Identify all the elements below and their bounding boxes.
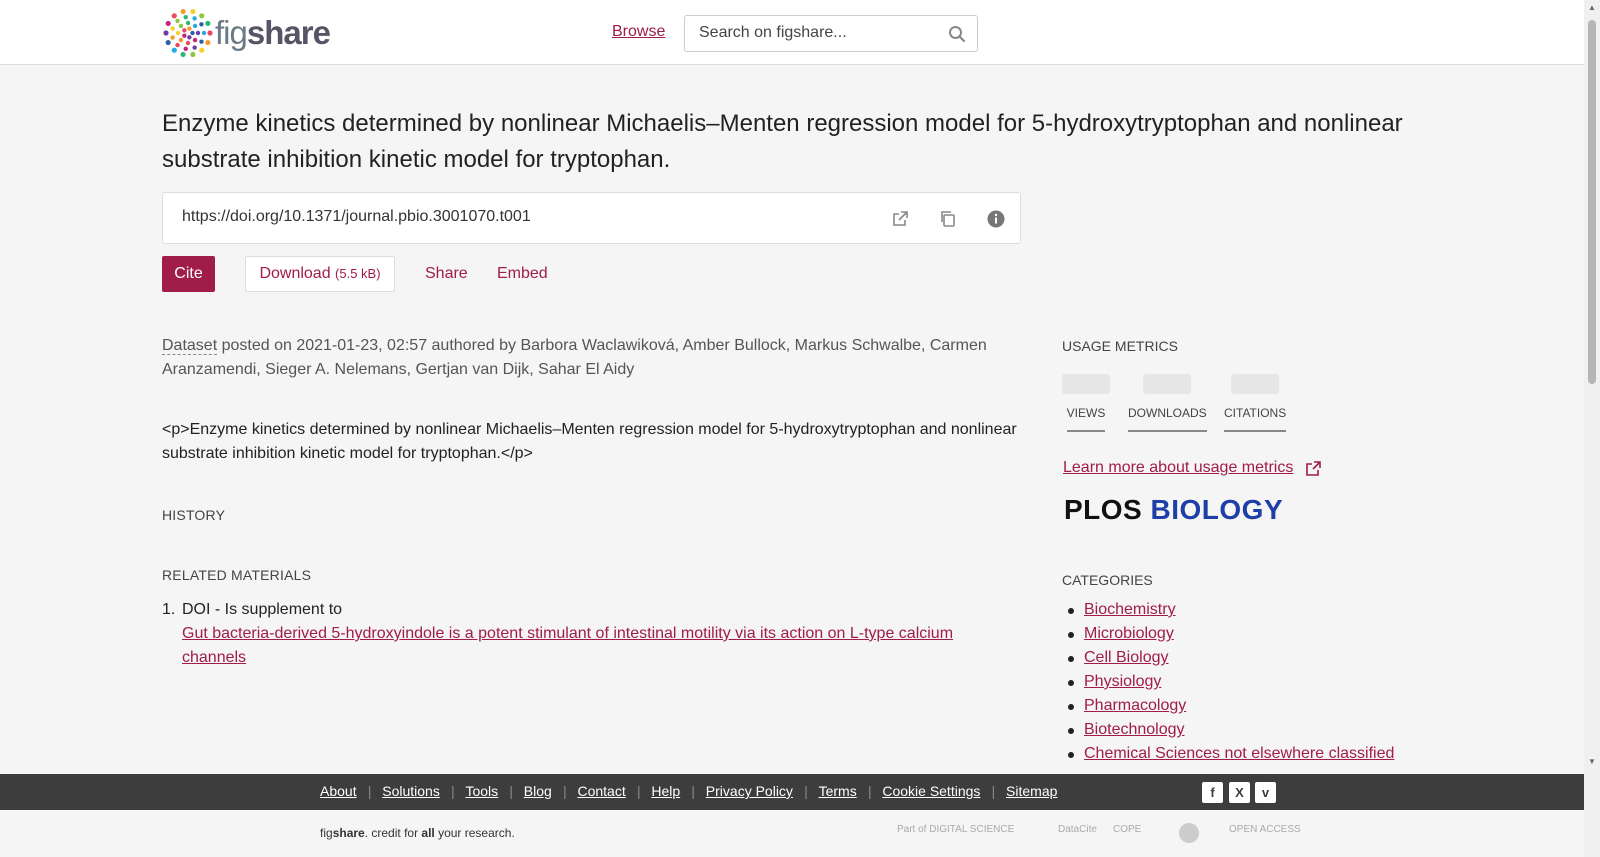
footer-credit: figshare. credit for all your research.: [320, 826, 515, 840]
search-box: [684, 15, 978, 52]
category-item: Physiology: [1062, 670, 1394, 694]
item-type[interactable]: Dataset: [162, 337, 218, 355]
related-item-number: 1.: [162, 601, 176, 618]
figshare-logo[interactable]: figshare: [162, 7, 331, 59]
category-item: Biochemistry: [1062, 598, 1394, 622]
vimeo-icon[interactable]: v: [1255, 782, 1276, 803]
site-header: figshare Browse: [0, 0, 1584, 65]
page-title: Enzyme kinetics determined by nonlinear …: [162, 110, 1403, 173]
footer-link-sitemap[interactable]: Sitemap: [1006, 783, 1057, 799]
category-link[interactable]: Chemical Sciences not elsewhere classifi…: [1084, 745, 1394, 762]
x-twitter-icon[interactable]: X: [1229, 782, 1250, 803]
cope-logo[interactable]: COPE: [1113, 824, 1141, 835]
footer-link-tools[interactable]: Tools: [465, 783, 498, 799]
scroll-down-arrow-icon[interactable]: ▼: [1588, 757, 1596, 766]
history-heading: HISTORY: [162, 507, 226, 523]
category-link[interactable]: Microbiology: [1084, 625, 1174, 642]
category-item: Microbiology: [1062, 622, 1394, 646]
search-icon[interactable]: [947, 24, 967, 44]
info-icon[interactable]: [986, 209, 1006, 229]
footer-link-contact[interactable]: Contact: [577, 783, 625, 799]
footer-link-terms[interactable]: Terms: [819, 783, 857, 799]
digital-science-logo[interactable]: Part of DIGITAL SCIENCE: [897, 824, 1014, 835]
globe-logo-icon[interactable]: [1178, 822, 1200, 844]
categories-list: Biochemistry Microbiology Cell Biology P…: [1062, 598, 1394, 766]
category-link[interactable]: Biochemistry: [1084, 601, 1176, 618]
category-item: Chemical Sciences not elsewhere classifi…: [1062, 742, 1394, 766]
share-link[interactable]: Share: [425, 265, 468, 283]
posted-authors: posted on 2021-01-23, 02:57 authored by …: [162, 337, 987, 378]
datacite-logo[interactable]: DataCite: [1058, 824, 1097, 835]
category-link[interactable]: Physiology: [1084, 673, 1161, 690]
footer-link-blog[interactable]: Blog: [524, 783, 552, 799]
copy-icon[interactable]: [938, 209, 958, 229]
footer-nav: About | Solutions | Tools | Blog | Contact | …: [0, 774, 1584, 810]
download-label: Download: [259, 265, 331, 282]
doi-box: https://doi.org/10.1371/journal.pbio.300…: [162, 192, 1021, 244]
metric-views-value: [1062, 374, 1110, 394]
article-meta: Dataset posted on 2021-01-23, 02:57 auth…: [162, 334, 1002, 382]
doi-link-text[interactable]: https://doi.org/10.1371/journal.pbio.300…: [182, 208, 531, 226]
open-external-icon[interactable]: [890, 209, 910, 229]
footer-link-cookie-settings[interactable]: Cookie Settings: [882, 783, 980, 799]
scrollbar-thumb[interactable]: [1588, 20, 1596, 384]
related-materials-heading: RELATED MATERIALS: [162, 567, 312, 583]
category-link[interactable]: Biotechnology: [1084, 721, 1185, 738]
footer-link-solutions[interactable]: Solutions: [382, 783, 440, 799]
embed-link[interactable]: Embed: [497, 265, 548, 283]
category-link[interactable]: Cell Biology: [1084, 649, 1168, 666]
learn-usage-metrics-link[interactable]: Learn more about usage metrics: [1063, 459, 1293, 477]
metric-views[interactable]: VIEWS: [1062, 374, 1110, 432]
facebook-icon[interactable]: f: [1202, 782, 1223, 803]
related-relation: DOI - Is supplement to: [182, 601, 343, 618]
categories-heading: CATEGORIES: [1062, 572, 1153, 588]
footer-link-privacy[interactable]: Privacy Policy: [706, 783, 793, 799]
browse-link[interactable]: Browse: [612, 23, 665, 41]
publisher-logo[interactable]: PLOS BIOLOGY: [1064, 494, 1283, 526]
category-link[interactable]: Pharmacology: [1084, 697, 1186, 714]
metric-citations[interactable]: CITATIONS: [1224, 374, 1287, 432]
download-button[interactable]: Download (5.5 kB): [245, 256, 395, 292]
cite-button[interactable]: Cite: [162, 256, 215, 292]
footer-link-help[interactable]: Help: [651, 783, 680, 799]
external-link-icon[interactable]: [1304, 460, 1322, 478]
category-item: Cell Biology: [1062, 646, 1394, 670]
usage-metrics-heading: USAGE METRICS: [1062, 338, 1178, 354]
metric-downloads[interactable]: DOWNLOADS: [1128, 374, 1207, 432]
footer-credit-bar: figshare. credit for all your research. …: [0, 810, 1584, 857]
metric-downloads-value: [1143, 374, 1192, 394]
download-size: (5.5 kB): [335, 266, 381, 281]
article-description: <p>Enzyme kinetics determined by nonline…: [162, 421, 1017, 462]
metric-views-label: VIEWS: [1066, 406, 1106, 432]
search-input[interactable]: [699, 24, 939, 42]
category-item: Pharmacology: [1062, 694, 1394, 718]
footer-link-about[interactable]: About: [320, 783, 357, 799]
logo-wordmark: figshare: [215, 14, 331, 51]
open-access-logo[interactable]: OPEN ACCESS: [1229, 824, 1301, 835]
related-article-link[interactable]: Gut bacteria-derived 5-hydroxyindole is …: [182, 622, 982, 670]
figshare-logo-icon: [163, 8, 213, 58]
page-scrollbar[interactable]: ▲ ▼: [1584, 0, 1600, 857]
metric-citations-label: CITATIONS: [1224, 406, 1287, 432]
scroll-up-arrow-icon[interactable]: ▲: [1588, 3, 1596, 12]
metric-downloads-label: DOWNLOADS: [1128, 406, 1207, 432]
metric-citations-value: [1231, 374, 1280, 394]
category-item: Biotechnology: [1062, 718, 1394, 742]
